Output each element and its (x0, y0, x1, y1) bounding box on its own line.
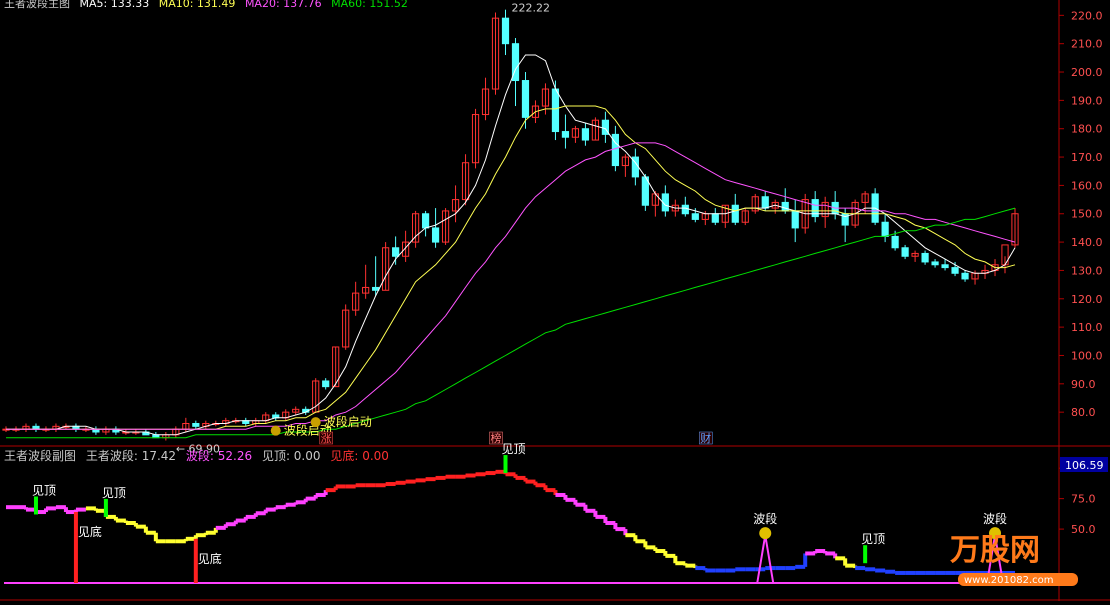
event-marker-label: 榜 (491, 431, 502, 445)
ma60-line (6, 207, 1016, 439)
ma10-line (6, 105, 1016, 430)
chart-svg: 80.0 90.0 100.0 110.0 120.0 130.0 140.0 150.0 16… (0, 0, 1110, 601)
candle-body (521, 80, 530, 118)
wave-label: 王者波段: 17.42 (85, 449, 177, 463)
top-marker-label: 见顶 (32, 483, 56, 497)
y-tick-label: 210.0 (1071, 38, 1103, 51)
ma5-line (6, 54, 1016, 436)
y-tick-label: 220.0 (1071, 9, 1103, 22)
ma5-label: MA5: 133.33 (79, 0, 150, 10)
candle-body (681, 204, 689, 215)
candle-body (711, 213, 719, 223)
y-tick-label: 130.0 (1071, 264, 1103, 277)
high-annotation: 222.22 (512, 2, 551, 15)
candle-body (691, 213, 699, 220)
candle-body (322, 380, 330, 388)
signal-label: 波段启动 (324, 414, 372, 429)
y-tick-label: 80.0 (1071, 406, 1096, 419)
candle-body (901, 247, 909, 257)
current-value: 106.59 (1065, 459, 1104, 472)
candle-body (431, 227, 440, 243)
y-tick-label: 200.0 (1071, 66, 1103, 79)
y-tick-label: 160.0 (1071, 179, 1103, 192)
event-marker-label: 财 (700, 431, 711, 445)
y-tick-label: 170.0 (1071, 151, 1103, 164)
candle-body (781, 201, 789, 212)
ma20-line (6, 142, 1016, 430)
signal-icon (270, 425, 281, 436)
sub-panel-title: 王者波段副图 (4, 449, 77, 463)
top-marker-label: 见顶 (102, 486, 126, 500)
candle-body (392, 247, 400, 257)
watermark-logo: 万股网 (950, 533, 1040, 568)
y-tick-label: 180.0 (1071, 123, 1103, 136)
y-tick-label: 100.0 (1071, 349, 1103, 362)
y-tick-label: 150.0 (1071, 208, 1103, 221)
candle-body (372, 286, 380, 291)
ma20-label: MA20: 137.76 (244, 0, 322, 10)
chart-stage: 80.0 90.0 100.0 110.0 120.0 130.0 140.0 150.0 16… (0, 0, 1110, 601)
candle-body (931, 261, 939, 266)
event-marker-label: 涨 (321, 432, 332, 445)
candle-body (501, 17, 510, 45)
sub-panel-header: 王者波段副图 王者波段: 17.42 波段: 52.26 见顶: 0.00 见底… (4, 447, 395, 464)
top-marker-label: 见顶 (861, 532, 885, 546)
ma60-label: MA60: 151.52 (331, 0, 408, 10)
candle-body (581, 128, 590, 141)
candle-body (421, 213, 430, 229)
band-label: 波段: 52.26 (185, 449, 253, 463)
candle-body (881, 221, 889, 237)
top-label: 见顶: 0.00 (261, 449, 321, 463)
bottom-marker-label: 见底 (78, 524, 102, 539)
signal-icon (310, 417, 321, 428)
y-tick-label: 120.0 (1071, 293, 1103, 306)
candle-body (192, 422, 200, 427)
candle-body (551, 88, 560, 133)
watermark-url: www.201082.com (964, 575, 1054, 586)
ma10-label: MA10: 131.49 (158, 0, 236, 10)
candle-body (941, 264, 949, 269)
y-tick-label: 140.0 (1071, 236, 1103, 249)
candle-body (561, 131, 570, 138)
candle-body (731, 204, 739, 223)
band-icon (759, 527, 772, 540)
sub-y-tick-label: 50.0 (1071, 523, 1096, 536)
main-panel-header: 王者波段主图 MA5: 133.33 MA10: 131.49 MA20: 13… (4, 0, 414, 11)
candle-body (891, 235, 899, 249)
main-panel-title: 王者波段主图 (4, 0, 70, 10)
y-tick-label: 110.0 (1071, 321, 1103, 334)
top-marker-label: 见顶 (502, 442, 526, 456)
candle-body (761, 196, 769, 209)
candle-body (961, 272, 969, 280)
y-tick-label: 90.0 (1071, 378, 1096, 391)
candle-body (791, 210, 799, 229)
candle-body (951, 267, 959, 274)
sub-y-tick-label: 75.0 (1071, 493, 1096, 506)
band-spike (756, 535, 775, 584)
band-marker-label: 波段 (983, 511, 1007, 526)
y-tick-label: 190.0 (1071, 94, 1103, 107)
bottom-marker-label: 见底 (198, 551, 222, 566)
bottom-label: 见底: 0.00 (330, 449, 389, 463)
candle-body (921, 252, 929, 263)
band-marker-label: 波段 (753, 511, 777, 526)
